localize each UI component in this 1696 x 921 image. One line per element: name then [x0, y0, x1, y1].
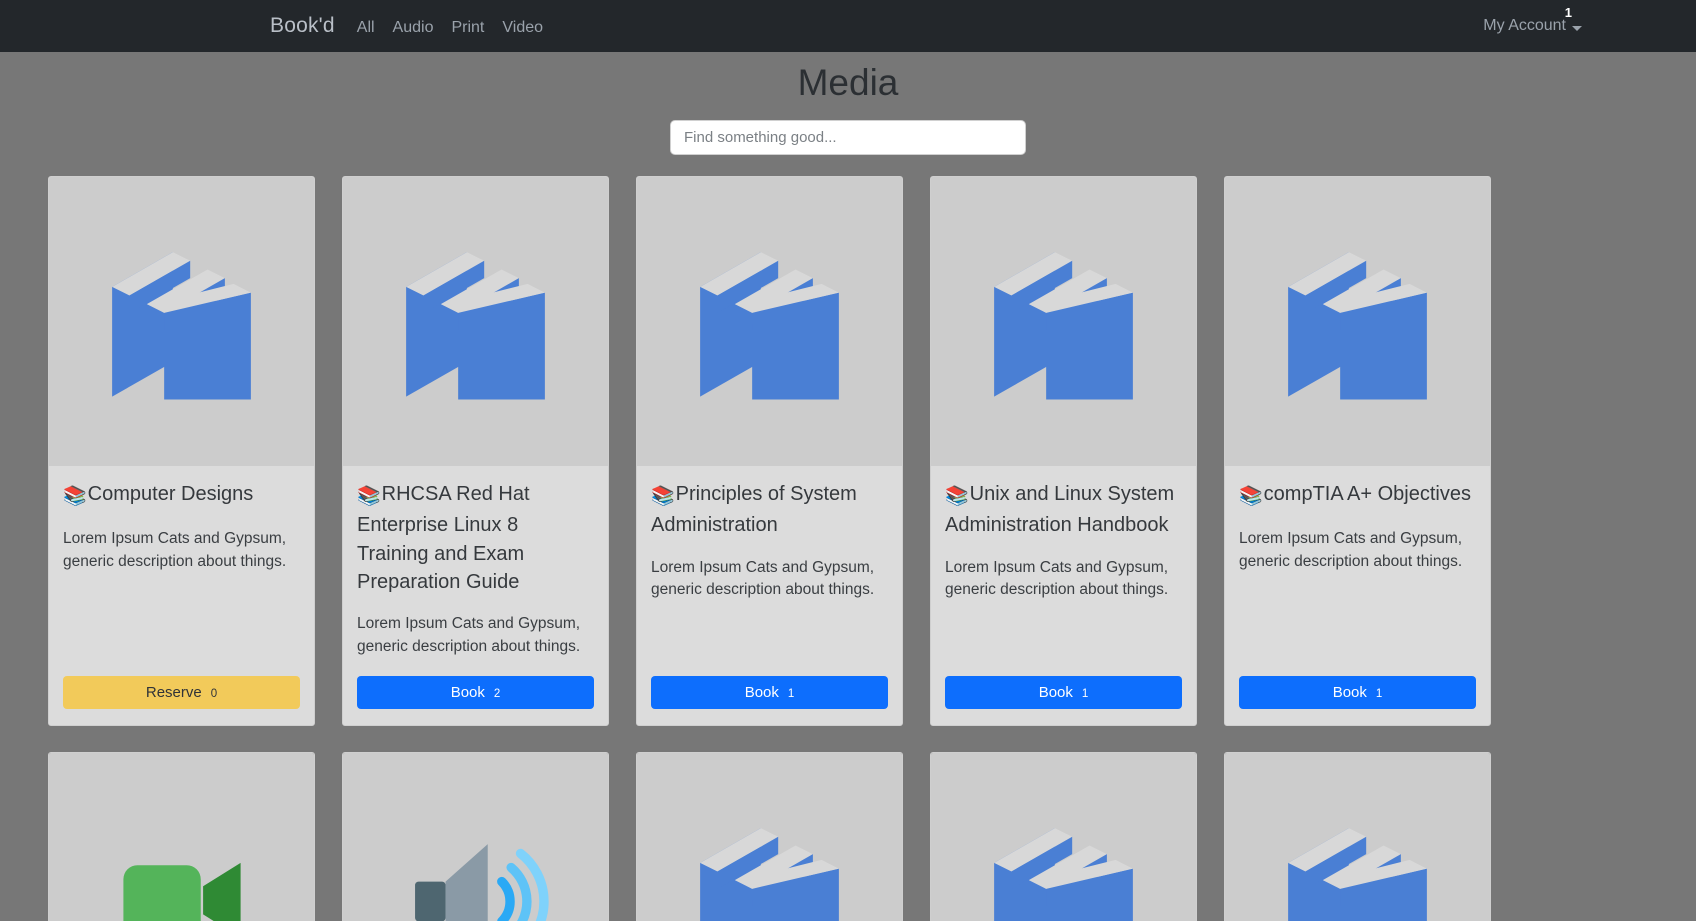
chevron-down-icon [1572, 25, 1582, 31]
card-title-text: Unix and Linux System Administration Han… [945, 483, 1175, 537]
card-description: Lorem Ipsum Cats and Gypsum, generic des… [945, 558, 1169, 598]
card-title: 📚Principles of System Administration [651, 480, 888, 539]
brand-logo[interactable]: Book'd [270, 14, 335, 38]
card-title-text: Computer Designs [87, 483, 254, 506]
nav-link-print[interactable]: Print [451, 19, 484, 37]
card-media-thumbnail [49, 753, 314, 921]
card-title: 📚compTIA A+ Objectives [1239, 480, 1476, 511]
media-card[interactable] [1224, 752, 1491, 921]
card-media-thumbnail [1225, 753, 1490, 921]
button-label: Book [1332, 684, 1367, 702]
card-media-thumbnail [637, 753, 902, 921]
books-emoji-icon: 📚 [357, 486, 381, 508]
card-title: 📚RHCSA Red Hat Enterprise Linux 8 Traini… [357, 480, 594, 596]
button-label: Book [450, 684, 485, 702]
books-icon [971, 229, 1156, 414]
media-card[interactable] [930, 752, 1197, 921]
media-card[interactable]: 📚Unix and Linux System Administration Ha… [930, 176, 1197, 727]
card-media-thumbnail [343, 753, 608, 921]
card-body: 📚Computer Designs Lorem Ipsum Cats and Gy… [49, 466, 314, 725]
card-title: 📚Unix and Linux System Administration Ha… [945, 480, 1182, 539]
card-description: Lorem Ipsum Cats and Gypsum, generic des… [651, 558, 875, 598]
search-input[interactable] [670, 120, 1026, 156]
books-icon [971, 805, 1156, 921]
media-card[interactable]: 📚RHCSA Red Hat Enterprise Linux 8 Traini… [342, 176, 609, 727]
books-icon [677, 805, 862, 921]
book-button[interactable]: Book 1 [1239, 676, 1476, 710]
card-title-text: RHCSA Red Hat Enterprise Linux 8 Trainin… [357, 483, 530, 593]
books-emoji-icon: 📚 [651, 486, 675, 508]
books-emoji-icon: 📚 [945, 486, 969, 508]
nav-link-video[interactable]: Video [502, 19, 543, 37]
books-icon [1265, 229, 1450, 414]
card-media-thumbnail [931, 177, 1196, 467]
book-button[interactable]: Book 1 [651, 676, 888, 710]
card-body: 📚compTIA A+ Objectives Lorem Ipsum Cats a… [1225, 466, 1490, 725]
navbar-right-group: 1 My Account [1483, 6, 1682, 35]
button-label: Reserve [145, 684, 202, 702]
button-count-badge: 0 [210, 687, 218, 700]
card-body: 📚Principles of System Administration Lore… [637, 466, 902, 725]
media-card[interactable] [636, 752, 903, 921]
nav-link-all[interactable]: All [357, 19, 375, 37]
media-card-grid: 📚Computer Designs Lorem Ipsum Cats and Gy… [0, 155, 1696, 921]
card-title: 📚Computer Designs [63, 480, 300, 511]
button-count-badge: 1 [1375, 687, 1383, 700]
video-camera-icon [107, 823, 257, 921]
button-count-badge: 1 [1081, 687, 1089, 700]
button-count-badge: 1 [787, 687, 795, 700]
media-card[interactable] [342, 752, 609, 921]
book-button[interactable]: Book 1 [945, 676, 1182, 710]
book-button[interactable]: Book 2 [357, 676, 594, 710]
card-media-thumbnail [637, 177, 902, 467]
media-card[interactable]: 📚compTIA A+ Objectives Lorem Ipsum Cats a… [1224, 176, 1491, 727]
card-body: 📚Unix and Linux System Administration Ha… [931, 466, 1196, 725]
nav-links: All Audio Print Video [357, 19, 543, 37]
media-card[interactable]: 📚Principles of System Administration Lore… [636, 176, 903, 727]
card-media-thumbnail [343, 177, 608, 467]
cart-count-badge: 1 [1564, 5, 1572, 20]
search-bar [0, 120, 1696, 156]
books-icon [383, 229, 568, 414]
card-description: Lorem Ipsum Cats and Gypsum, generic des… [1239, 530, 1463, 570]
button-label: Book [744, 684, 779, 702]
card-description: Lorem Ipsum Cats and Gypsum, generic des… [63, 530, 287, 570]
nav-link-audio[interactable]: Audio [393, 19, 434, 37]
card-title-text: compTIA A+ Objectives [1263, 483, 1471, 506]
books-icon [1265, 805, 1450, 921]
card-description: Lorem Ipsum Cats and Gypsum, generic des… [357, 615, 581, 655]
card-media-thumbnail [49, 177, 314, 467]
books-icon [89, 229, 274, 414]
button-label: Book [1038, 684, 1073, 702]
reserve-button[interactable]: Reserve 0 [63, 676, 300, 710]
card-body: 📚RHCSA Red Hat Enterprise Linux 8 Traini… [343, 466, 608, 725]
media-card[interactable]: 📚Computer Designs Lorem Ipsum Cats and Gy… [48, 176, 315, 727]
card-media-thumbnail [931, 753, 1196, 921]
card-title-text: Principles of System Administration [651, 483, 857, 537]
navbar: Book'd All Audio Print Video 1 My Accoun… [0, 0, 1696, 52]
card-media-thumbnail [1225, 177, 1490, 467]
books-icon [677, 229, 862, 414]
books-emoji-icon: 📚 [1239, 486, 1263, 508]
page-title: Media [797, 62, 899, 103]
navbar-left-group: Book'd All Audio Print Video [270, 14, 543, 38]
speaker-icon [401, 823, 551, 921]
media-card[interactable] [48, 752, 315, 921]
button-count-badge: 2 [493, 687, 501, 700]
books-emoji-icon: 📚 [63, 486, 87, 508]
my-account-label: My Account [1483, 17, 1566, 34]
